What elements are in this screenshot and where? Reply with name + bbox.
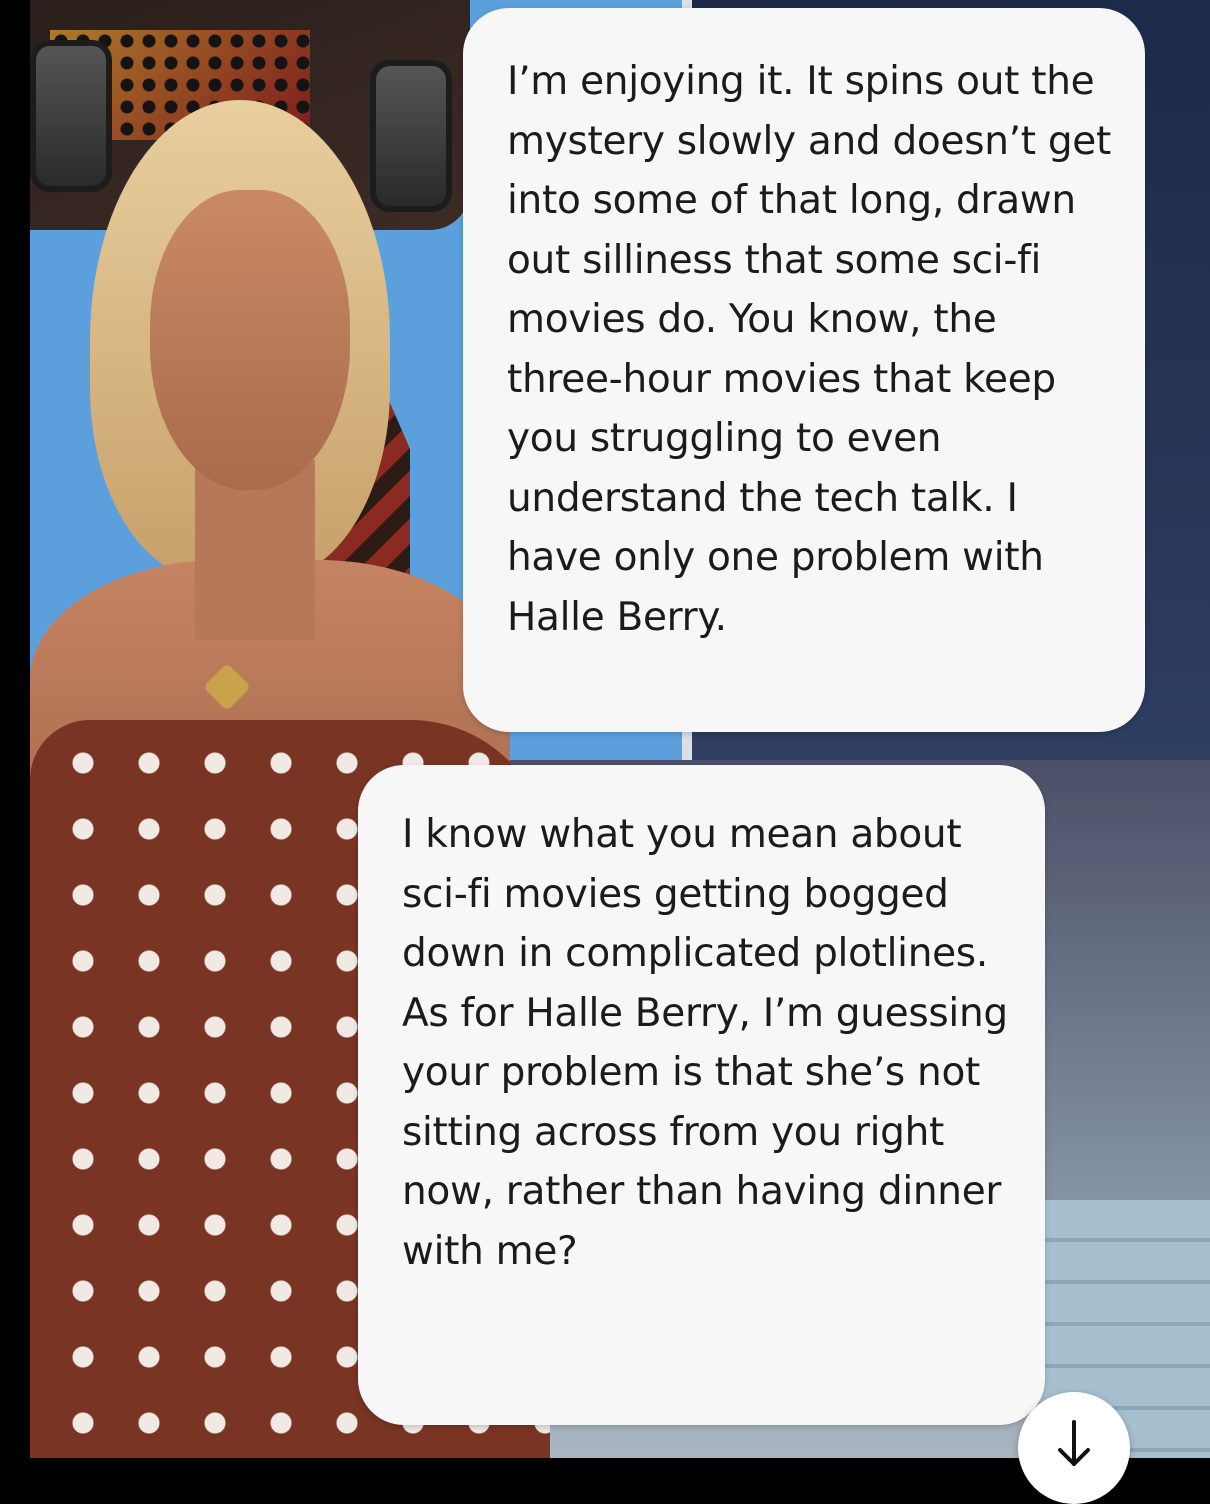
message-text: I’m enjoying it. It spins out the myster…	[507, 59, 1111, 640]
arrow-down-icon	[1058, 1420, 1090, 1466]
scroll-to-bottom-button[interactable]	[1018, 1392, 1130, 1504]
message-text: I know what you mean about sci-fi movies…	[402, 812, 1008, 1274]
avatar-face	[150, 190, 350, 490]
chat-bubble-companion: I know what you mean about sci-fi movies…	[358, 765, 1045, 1425]
left-edge-bar	[0, 0, 30, 1458]
chat-bubble-user: I’m enjoying it. It spins out the myster…	[463, 8, 1145, 732]
